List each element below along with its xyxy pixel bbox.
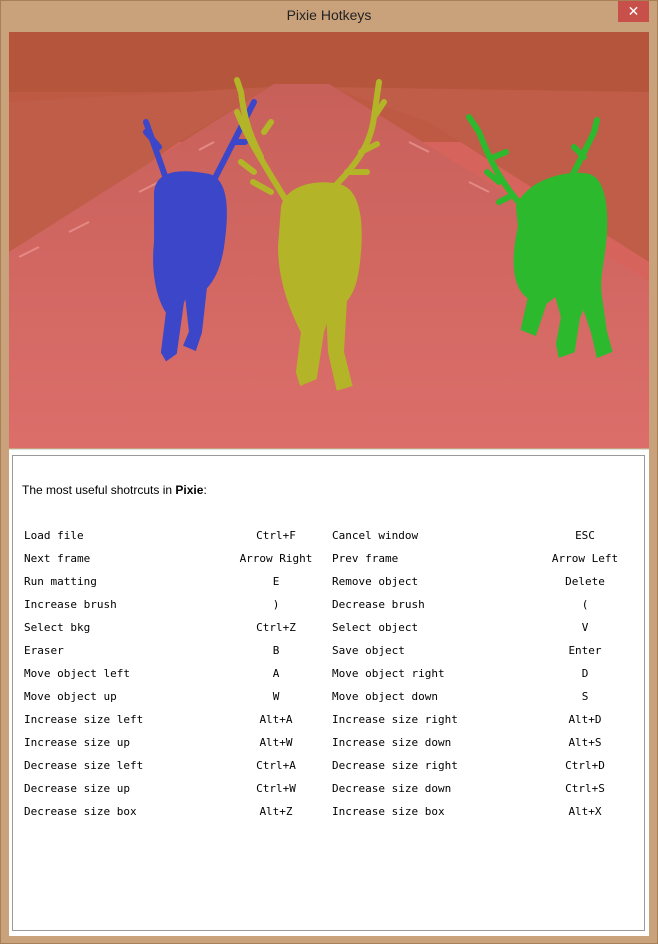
title-bar[interactable]: Pixie Hotkeys ✕ [1,1,657,31]
shortcut-action: Save object [332,644,405,657]
shortcut-action: Select bkg [24,621,91,634]
shortcut-action: Load file [24,529,84,542]
shortcut-key: W [272,690,280,703]
hotkeys-list-box: The most useful shotrcuts in Pixie: Load… [12,455,645,931]
shortcut-action: Next frame [24,552,91,565]
shortcut-action: Decrease size right [332,759,458,772]
intro-text: The most useful shotrcuts in Pixie: [22,483,207,497]
shortcut-key: Ctrl+Z [256,621,296,634]
intro-app-name: Pixie [175,483,204,497]
shortcut-action: Eraser [24,644,64,657]
hotkeys-window: Pixie Hotkeys ✕ The most useful shotrcut… [0,0,658,944]
shortcut-row: Select bkg Ctrl+Z Select object V [24,616,640,639]
segmentation-preview-canvas [9,32,649,448]
shortcut-action: Decrease size box [24,805,137,818]
shortcut-key: D [581,667,589,680]
shortcut-action: Cancel window [332,529,419,542]
shortcut-row: Increase size up Alt+W Increase size down A… [24,731,640,754]
shortcut-key: Ctrl+W [256,782,296,795]
shortcut-key: Delete [565,575,605,588]
shortcut-key: Alt+Z [259,805,293,818]
shortcut-key: Alt+W [259,736,293,749]
shortcut-row: Run matting E Remove object Delete [24,570,640,593]
shortcut-key: Alt+X [568,805,602,818]
shortcut-key: A [272,667,280,680]
shortcut-row: Eraser B Save object Enter [24,639,640,662]
shortcut-action: Increase size box [332,805,445,818]
shortcut-key: S [581,690,589,703]
shortcuts-table: Load file Ctrl+F Cancel window ESC Next fram… [24,524,640,823]
shortcut-action: Increase size down [332,736,452,749]
shortcut-action: Prev frame [332,552,399,565]
shortcut-key: Ctrl+S [565,782,605,795]
shortcut-key: Alt+A [259,713,293,726]
shortcut-row: Load file Ctrl+F Cancel window ESC [24,524,640,547]
shortcut-action: Increase size up [24,736,130,749]
close-button[interactable]: ✕ [618,1,649,22]
shortcut-action: Remove object [332,575,419,588]
shortcut-action: Move object up [24,690,117,703]
shortcut-action: Decrease size up [24,782,130,795]
shortcut-row: Move object up W Move object down S [24,685,640,708]
shortcut-row: Decrease size left Ctrl+A Decrease size ri… [24,754,640,777]
shortcut-key: Arrow Right [239,552,313,565]
shortcut-action: Increase size right [332,713,458,726]
shortcut-key: Enter [568,644,602,657]
shortcut-key: V [581,621,589,634]
shortcut-key: Alt+S [568,736,602,749]
window-title: Pixie Hotkeys [286,7,372,23]
shortcut-key: Ctrl+D [565,759,605,772]
shortcut-row: Decrease size box Alt+Z Increase size box A… [24,800,640,823]
shortcut-key: Ctrl+A [256,759,296,772]
shortcut-action: Decrease size left [24,759,144,772]
segmentation-preview-image [9,32,649,448]
intro-prefix: The most useful shotrcuts in [22,483,176,497]
shortcut-row: Decrease size up Ctrl+W Decrease size down… [24,777,640,800]
shortcut-action: Increase size left [24,713,144,726]
shortcut-key: Arrow Left [551,552,619,565]
shortcut-key: ( [581,598,589,611]
shortcut-key: ) [272,598,280,611]
shortcut-row: Next frame Arrow Right Prev frame Arrow Lef… [24,547,640,570]
shortcut-action: Decrease size down [332,782,452,795]
shortcut-key: Ctrl+F [256,529,296,542]
shortcut-action: Move object left [24,667,130,680]
close-icon: ✕ [627,3,640,19]
shortcut-action: Increase brush [24,598,117,611]
shortcut-action: Move object down [332,690,438,703]
intro-suffix: : [203,483,207,497]
shortcut-key: ESC [575,529,595,542]
shortcut-row: Increase size left Alt+A Increase size rig… [24,708,640,731]
shortcut-key: E [272,575,280,588]
shortcut-key: B [272,644,280,657]
shortcut-action: Move object right [332,667,445,680]
hotkeys-panel: The most useful shotrcuts in Pixie: Load… [9,449,649,936]
shortcut-action: Decrease brush [332,598,425,611]
shortcut-key: Alt+D [568,713,602,726]
shortcut-action: Run matting [24,575,97,588]
shortcut-row: Increase brush) Decrease brush ( [24,593,640,616]
shortcut-row: Move object left A Move object right D [24,662,640,685]
shortcuts-table-body: Load file Ctrl+F Cancel window ESC Next fram… [24,524,640,823]
shortcut-action: Select object [332,621,419,634]
